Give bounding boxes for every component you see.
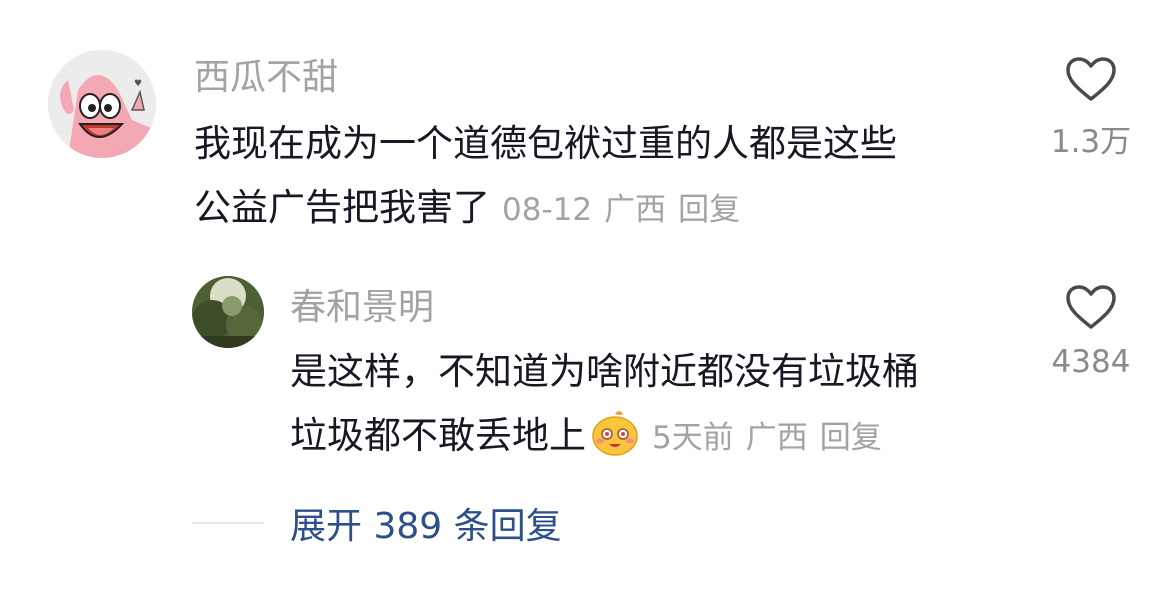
comment-date: 5天前 — [652, 420, 734, 456]
comment-text: 我现在成为一个道德包袱过重的人都是这些 公益广告把我害了 08-12 广西 回复 — [194, 112, 1024, 242]
tree-photo-avatar-icon — [192, 276, 264, 348]
expand-replies-button[interactable]: 展开 389 条回复 — [192, 496, 562, 550]
comment-username[interactable]: 春和景明 — [290, 286, 434, 330]
comment-text-line-2: 公益广告把我害了 08-12 广西 回复 — [194, 176, 1024, 242]
comment-meta: 5天前 广西 回复 — [652, 420, 882, 456]
svg-text:♥: ♥ — [134, 79, 142, 89]
heart-icon[interactable] — [1065, 56, 1117, 102]
shy-face-emoji-icon — [592, 411, 638, 456]
like-area: 1.3万 — [1036, 56, 1146, 161]
like-count: 4384 — [1051, 344, 1131, 380]
reply-button[interactable]: 回复 — [678, 192, 740, 228]
comment-date: 08-12 — [502, 192, 593, 228]
comment-text-line-2: 垃圾都不敢丢地上 5天前 广西 回复 — [290, 404, 1030, 470]
comment-location: 广西 — [745, 420, 808, 456]
avatar[interactable]: ♥ — [48, 50, 156, 158]
avatar[interactable] — [192, 276, 264, 348]
comment-text-line2: 公益广告把我害了 — [194, 186, 490, 229]
comment-location: 广西 — [604, 192, 667, 228]
comment-text-line2: 垃圾都不敢丢地上 — [290, 414, 586, 457]
comment-text: 是这样，不知道为啥附近都没有垃圾桶 垃圾都不敢丢地上 5天前 广西 回复 — [290, 340, 1030, 470]
comment-username[interactable]: 西瓜不甜 — [194, 56, 338, 100]
like-area: 4384 — [1036, 284, 1146, 380]
patrick-star-avatar-icon: ♥ — [48, 50, 156, 158]
comment-meta: 08-12 广西 回复 — [502, 192, 740, 228]
comment-text-line: 我现在成为一个道德包袱过重的人都是这些 — [194, 122, 897, 165]
reply-button[interactable]: 回复 — [820, 420, 882, 456]
heart-icon[interactable] — [1065, 284, 1117, 330]
like-count: 1.3万 — [1050, 124, 1132, 160]
comment-text-line: 是这样，不知道为啥附近都没有垃圾桶 — [290, 350, 919, 393]
divider — [192, 522, 264, 524]
expand-replies-label[interactable]: 展开 389 条回复 — [290, 497, 562, 549]
